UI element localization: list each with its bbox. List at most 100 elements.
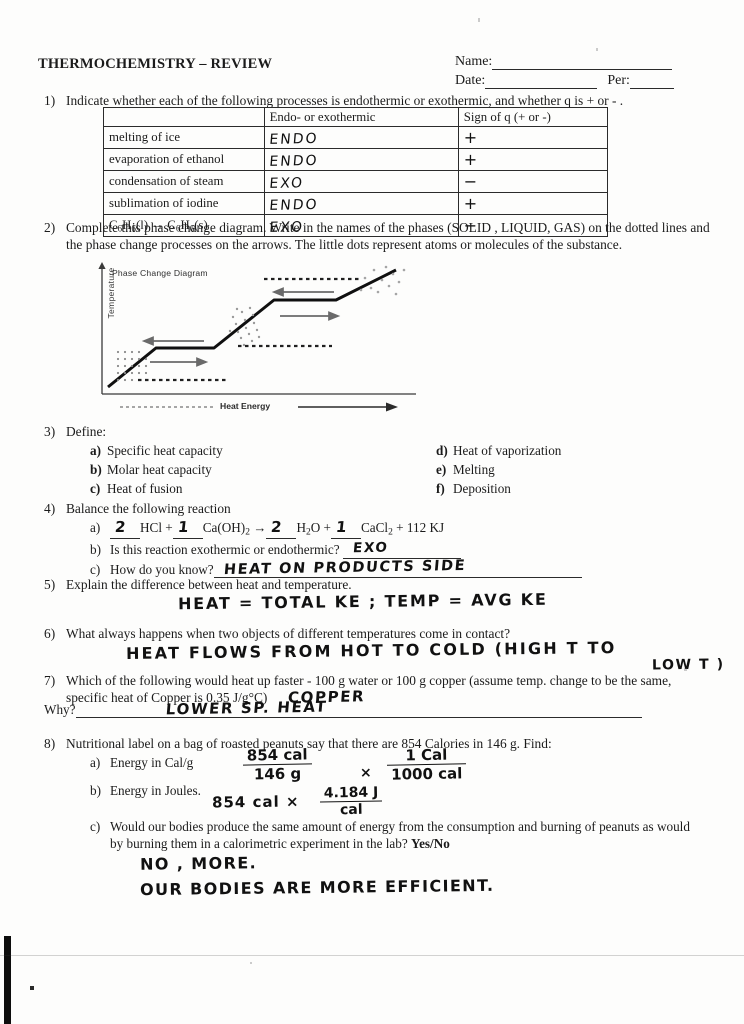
heat-energy-arrowhead [386,402,398,412]
question-8a-times: × [359,764,374,782]
question-7-answer-why: LOWER SP. HEAT [164,697,328,719]
question-7-why-row: Why? LOWER SP. HEAT [44,698,642,718]
question-4b-row: b) Is this reaction exothermic or endothe… [90,540,704,559]
definition-column-left: a) Specific heat capacity b) Molar heat ca… [90,442,223,498]
question-8a-prompt: Energy in Cal/g [110,755,194,770]
question-7-why-line[interactable]: LOWER SP. HEAT [75,698,642,718]
fraction-2-numerator: 1 Cal [405,745,448,765]
table-row: sublimation of iodine ENDO + [103,190,609,217]
item-letter-c: c) [90,480,101,496]
definition-item-a: a) Specific heat capacity [90,442,223,461]
question-4c-prompt: How do you know? [110,561,214,577]
question-7-number: 7) [44,673,56,688]
coefficient-blank-2[interactable]: 1 [172,518,203,539]
col-sign-header: Sign of q (+ or -) [457,107,609,127]
question-8c-prompt-line1: Would our bodies produce the same amount… [110,819,654,834]
fraction-1-denominator: 146 g [242,763,313,784]
question-8c-answer-line1[interactable]: NO , MORE. [140,853,257,873]
process-cell: sublimation of iodine [103,192,265,215]
joule-fraction-denominator: cal [319,800,383,819]
question-6-answer-line2[interactable]: LOW T ) [652,657,725,674]
question-8b-fraction[interactable]: 4.184 J cal [319,784,383,819]
page-title: THERMOCHEMISTRY – REVIEW [38,56,273,72]
reaction-arrow: → [253,520,267,536]
definition-item-d: d) Heat of vaporization [436,442,561,461]
sign-cell[interactable]: − [457,170,609,193]
question-4b-answer: EXO [352,540,390,557]
y-axis-arrowhead [98,262,106,269]
plus-2: + [323,520,331,536]
question-5-answer[interactable]: HEAT = TOTAL KE ; TEMP = AVG KE [178,590,548,614]
item-letter-4b: b) [90,541,101,557]
coefficient-2: 1 [176,517,190,536]
item-letter-8b: b) [90,783,101,798]
per-input[interactable] [629,75,674,89]
question-2: 2) Complete this phase change diagram. W… [44,219,714,253]
question-8c-answer-line2[interactable]: OUR BODIES ARE MORE EFFICIENT. [140,876,495,899]
item-letter-a: a) [90,443,101,459]
name-field-row: Name: [455,54,673,70]
arrow-vaporization-head [328,311,341,321]
sign-cell[interactable]: + [457,148,609,171]
question-8a-fraction-2[interactable]: 1 Cal 1000 cal [386,745,467,784]
item-text-d: Heat of vaporization [453,443,562,459]
item-letter-4a: a) [90,520,101,536]
scan-speck [596,48,598,51]
question-8c-row: c) Would our bodies produce the same amo… [90,818,704,852]
question-2-number: 2) [44,220,56,235]
process-cell: condensation of steam [103,170,265,193]
question-5-number: 5) [44,577,56,592]
question-5: 5) Explain the difference between heat a… [44,576,704,593]
question-8: 8) Nutritional label on a bag of roasted… [44,735,704,752]
table-row: condensation of steam EXO − [103,168,609,195]
scan-speck [250,962,252,964]
question-3-prompt: Define: [66,424,107,439]
definition-item-f: f) Deposition [436,480,561,499]
yes-no-choice[interactable]: Yes/No [411,836,450,851]
item-letter-d: d) [436,443,448,459]
question-7-prompt-line1: Which of the following would heat up fas… [66,673,638,688]
question-3: 3) Define: a) Specific heat capacity b) Mo… [44,423,704,496]
col-endo-header: Endo- or exothermic [263,107,459,127]
item-letter-f: f) [436,480,445,496]
scan-speck [478,18,480,22]
col-process-header [103,107,265,127]
particles-liquid [228,306,261,347]
why-label: Why? [44,702,76,717]
coefficient-blank-3[interactable]: 2 [266,518,297,539]
process-cell: melting of ice [103,126,265,149]
heating-curve [107,268,397,389]
date-label: Date: [455,73,486,88]
question-4b-prompt: Is this reaction exothermic or endotherm… [110,541,340,557]
balance-equation-row: a) 2 HCl +1 Ca(OH)2 → 2 H2O +1 CaCl2 + 112 KJ [90,518,704,539]
definition-item-e: e) Melting [436,461,561,480]
arrow-freezing-head [141,336,154,346]
question-8a-row: a) Energy in Cal/g [90,755,193,771]
question-4: 4) Balance the following reaction a) 2 HCl… [44,500,704,579]
coefficient-4: 1 [335,517,348,536]
sign-cell[interactable]: + [457,126,609,149]
question-8-number: 8) [44,736,56,751]
question-8-prompt: Nutritional label on a bag of roasted pe… [66,736,552,751]
coefficient-blank-4[interactable]: 1 [330,518,361,539]
coefficient-blank-1[interactable]: 2 [110,518,140,539]
worksheet-page: THERMOCHEMISTRY – REVIEW Name: Date: Per:… [0,0,744,1024]
question-5-prompt: Explain the difference between heat and … [66,577,352,592]
sign-cell[interactable]: + [457,192,609,215]
item-text-f: Deposition [453,480,511,496]
question-8a-fraction-1[interactable]: 854 cal 146 g [242,745,313,784]
name-label: Name: [455,54,493,69]
date-field-row: Date: Per: [455,73,674,89]
question-4-number: 4) [44,501,56,516]
date-input[interactable] [485,75,598,89]
energy-term: + 112 KJ [396,520,445,536]
arrow-condensation-head [271,287,284,297]
scan-edge-artifact [4,936,11,1024]
reactant-1: HCl [140,520,162,536]
table-header-row: Endo- or exothermic Sign of q (+ or -) [103,107,609,127]
question-8b-prompt: Energy in Joules. [110,783,201,798]
product-1: H2O [296,520,321,538]
question-8b-work-left[interactable]: 854 cal × [212,792,300,811]
name-input[interactable] [492,56,673,70]
item-text-e: Melting [453,461,495,477]
